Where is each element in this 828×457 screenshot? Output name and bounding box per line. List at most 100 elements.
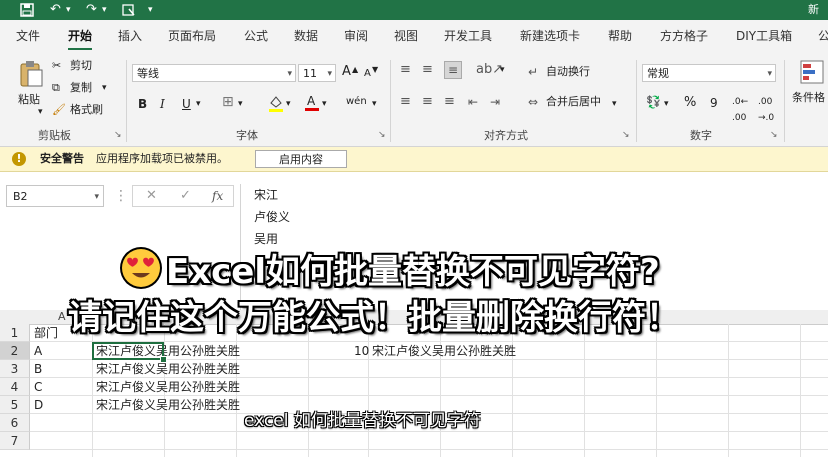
- phonetic-icon[interactable]: wén: [346, 94, 367, 110]
- tab-developer[interactable]: 开发工具: [444, 20, 492, 54]
- italic-button[interactable]: I: [160, 96, 165, 112]
- save-icon[interactable]: [20, 0, 34, 20]
- cell-b3[interactable]: 宋江卢俊义吴用公孙胜关胜: [96, 360, 240, 378]
- undo-icon[interactable]: ↶: [50, 0, 61, 20]
- alignment-launcher-icon[interactable]: ↘: [622, 130, 630, 140]
- font-name-select[interactable]: 等线 ▾: [132, 64, 296, 82]
- merge-center-icon[interactable]: ⇔: [528, 94, 538, 110]
- number-format-select[interactable]: 常规 ▾: [642, 64, 776, 82]
- currency-dropdown-icon[interactable]: ▾: [664, 96, 669, 112]
- fill-handle[interactable]: [160, 356, 167, 363]
- cell-a1[interactable]: 部门: [34, 324, 58, 342]
- paste-dropdown-icon[interactable]: ▾: [38, 104, 43, 120]
- align-middle-icon[interactable]: ≡: [422, 62, 433, 78]
- row-header[interactable]: 3: [0, 360, 30, 378]
- cell-a5[interactable]: D: [34, 396, 43, 414]
- number-launcher-icon[interactable]: ↘: [770, 130, 778, 140]
- tab-fangfang[interactable]: 方方格子: [660, 20, 708, 54]
- column-header-a[interactable]: A: [58, 309, 66, 325]
- row-header[interactable]: 1: [0, 324, 30, 342]
- touch-mode-icon[interactable]: [122, 0, 136, 20]
- copy-button[interactable]: 复制: [70, 80, 92, 96]
- align-center-icon[interactable]: ≡: [422, 94, 433, 110]
- tab-review[interactable]: 审阅: [344, 20, 368, 54]
- increase-indent-icon[interactable]: ⇥: [490, 94, 500, 110]
- tab-insert[interactable]: 插入: [118, 20, 142, 54]
- decrease-decimal-icon[interactable]: .00 →.0: [758, 94, 774, 126]
- orientation-dropdown-icon[interactable]: ▾: [500, 62, 505, 78]
- cell-d2[interactable]: 宋江卢俊义吴用公孙胜关胜: [372, 342, 516, 360]
- font-color-icon[interactable]: A: [304, 93, 320, 114]
- clipboard-launcher-icon[interactable]: ↘: [114, 130, 122, 140]
- underline-button[interactable]: U: [182, 96, 191, 112]
- comma-button[interactable]: 9: [710, 95, 718, 111]
- copy-dropdown-icon[interactable]: ▾: [102, 80, 107, 96]
- tab-diy-toolbox[interactable]: DIY工具箱: [736, 20, 792, 54]
- cut-button[interactable]: 剪切: [70, 58, 92, 74]
- borders-dropdown-icon[interactable]: ▾: [238, 96, 243, 112]
- enable-content-button[interactable]: 启用内容: [255, 150, 347, 168]
- enter-icon[interactable]: ✓: [180, 188, 191, 204]
- font-color-dropdown-icon[interactable]: ▾: [322, 96, 327, 112]
- copy-icon[interactable]: ⧉: [52, 80, 60, 96]
- phonetic-dropdown-icon[interactable]: ▾: [372, 96, 377, 112]
- format-painter-icon[interactable]: 🖌: [52, 102, 66, 118]
- grow-font-button[interactable]: A: [342, 64, 351, 80]
- cell-b4[interactable]: 宋江卢俊义吴用公孙胜关胜: [96, 378, 240, 396]
- align-right-icon[interactable]: ≡: [444, 94, 455, 110]
- tab-data[interactable]: 数据: [294, 20, 318, 54]
- name-box[interactable]: B2 ▾: [6, 185, 104, 207]
- tab-page-layout[interactable]: 页面布局: [168, 20, 216, 54]
- selected-cell-outline[interactable]: [92, 342, 164, 360]
- cell-a3[interactable]: B: [34, 360, 42, 378]
- shrink-font-button[interactable]: A: [364, 66, 371, 82]
- align-bottom-icon[interactable]: ≡: [444, 61, 462, 79]
- redo-icon[interactable]: ↷: [86, 0, 97, 20]
- font-size-select[interactable]: 11 ▾: [298, 64, 336, 82]
- row-header[interactable]: 6: [0, 414, 30, 432]
- format-painter-button[interactable]: 格式刷: [70, 102, 103, 118]
- tab-formulas[interactable]: 公式: [244, 20, 268, 54]
- tab-partial[interactable]: 公: [818, 20, 828, 54]
- tab-home[interactable]: 开始: [68, 20, 93, 54]
- align-top-icon[interactable]: ≡: [400, 62, 411, 78]
- bold-button[interactable]: B: [138, 96, 147, 112]
- tab-view[interactable]: 视图: [394, 20, 418, 54]
- row-header[interactable]: 7: [0, 432, 30, 450]
- increase-decimal-icon[interactable]: .0← .00: [732, 94, 748, 126]
- tab-new-tab[interactable]: 新建选项卡: [520, 20, 580, 54]
- cell-b5[interactable]: 宋江卢俊义吴用公孙胜关胜: [96, 396, 240, 414]
- conditional-format-icon[interactable]: [800, 60, 824, 87]
- insert-function-button[interactable]: fx: [212, 188, 223, 204]
- chevron-down-icon[interactable]: ▾: [94, 186, 99, 208]
- tab-file[interactable]: 文件: [16, 20, 40, 54]
- merge-center-button[interactable]: 合并后居中: [546, 94, 601, 110]
- row-header[interactable]: 5: [0, 396, 30, 414]
- fill-color-icon[interactable]: [268, 94, 284, 115]
- row-header[interactable]: 4: [0, 378, 30, 396]
- decrease-indent-icon[interactable]: ⇤: [468, 94, 478, 110]
- underline-dropdown-icon[interactable]: ▾: [196, 96, 201, 112]
- percent-button[interactable]: %: [684, 95, 696, 111]
- cell-a4[interactable]: C: [34, 378, 42, 396]
- undo-dropdown-icon[interactable]: ▾: [66, 0, 71, 20]
- paste-icon[interactable]: [18, 60, 44, 91]
- align-left-icon[interactable]: ≡: [400, 94, 411, 110]
- row-header[interactable]: 2: [0, 342, 30, 360]
- font-launcher-icon[interactable]: ↘: [378, 130, 386, 140]
- cell-a2[interactable]: A: [34, 342, 42, 360]
- fill-color-dropdown-icon[interactable]: ▾: [286, 96, 291, 112]
- conditional-format-button[interactable]: 条件格: [792, 90, 825, 106]
- customize-qat-icon[interactable]: ▾: [148, 0, 153, 20]
- tab-help[interactable]: 帮助: [608, 20, 632, 54]
- cut-icon[interactable]: ✂: [52, 58, 61, 74]
- currency-icon[interactable]: 💱: [646, 94, 661, 110]
- redo-dropdown-icon[interactable]: ▾: [102, 0, 107, 20]
- cancel-icon[interactable]: ✕: [146, 188, 157, 204]
- wrap-text-button[interactable]: 自动换行: [546, 64, 590, 80]
- merge-dropdown-icon[interactable]: ▾: [612, 96, 617, 112]
- drag-handle-icon[interactable]: ⋮: [114, 188, 128, 204]
- wrap-text-icon[interactable]: ↵: [528, 64, 538, 80]
- paste-button[interactable]: 粘贴: [18, 92, 40, 108]
- borders-icon[interactable]: ⊞: [222, 94, 234, 110]
